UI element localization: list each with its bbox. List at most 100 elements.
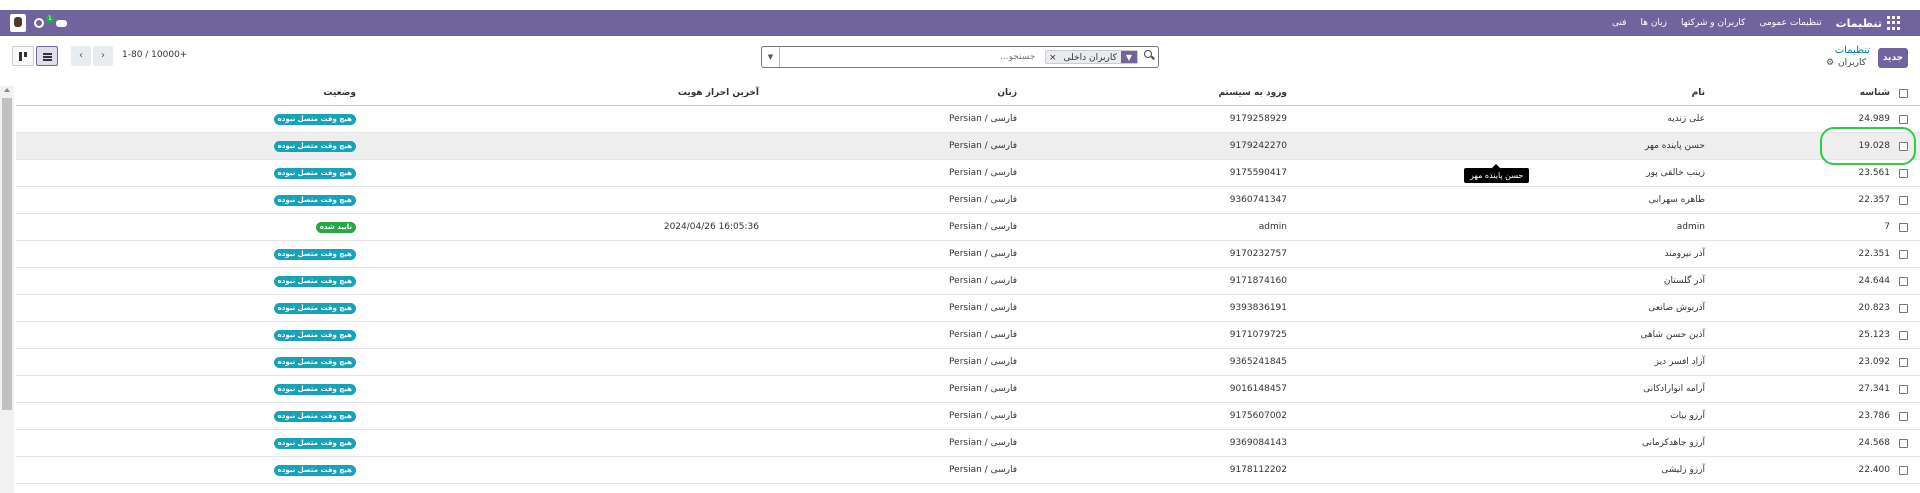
column-header-login[interactable]: ورود به سیستم [1218,80,1287,105]
menu-users-companies[interactable]: کاربران و شرکتها [1681,18,1745,28]
row-checkbox[interactable] [1899,331,1908,340]
cell-login: 9171874160 [1229,276,1287,286]
cell-login: 9171079725 [1229,330,1287,340]
table-row[interactable]: 24.568 آرزو جاهدکرمانی 9369084143 Persian /… [16,430,1920,457]
cell-language: Persian / فارسی [949,465,1017,475]
pager-value[interactable]: 1-80 / 10000+ [122,50,187,60]
status-badge: هیچ وقت متصل نبوده [273,114,356,125]
status-badge: هیچ وقت متصل نبوده [273,141,356,152]
table-row[interactable]: 19.028 حسن پاینده مهر 9179242270 Persian / … [16,133,1920,160]
menu-languages[interactable]: زبان ها [1640,18,1667,28]
cell-language: Persian / فارسی [949,438,1017,448]
name-tooltip: حسن پاینده مهر [1464,164,1530,183]
pager-previous-button[interactable]: ‹ [71,46,91,66]
status-badge: هیچ وقت متصل نبوده [273,411,356,422]
menu-technical[interactable]: فنی [1612,18,1627,28]
scrollbar[interactable] [0,86,14,493]
scroll-up-arrow-icon[interactable] [4,88,10,92]
cell-state: هیچ وقت متصل نبوده [273,376,356,402]
column-header-state[interactable]: وضعیت [323,80,356,105]
apps-grid-icon[interactable] [1886,16,1900,30]
table-row[interactable]: 23.092 آزاد افسر دیز 9365241845 Persian / ف… [16,349,1920,376]
column-header-name[interactable]: نام [1692,80,1705,105]
table-row[interactable]: 25.123 آذین حسن شاهی 9171079725 Persian / ف… [16,322,1920,349]
row-checkbox[interactable] [1899,439,1908,448]
cell-login: 9179242270 [1229,141,1287,151]
cell-state: تایید شده [315,214,356,240]
table-row[interactable]: 22.400 آرزو زلیشی 9178112202 Persian / فارس… [16,457,1920,484]
cell-language: Persian / فارسی [949,114,1017,124]
menu-general-settings[interactable]: تنظیمات عمومی [1759,18,1821,28]
cell-id: 7 [1884,222,1890,232]
cell-last-auth: 2024/04/26 16:05:36 [663,222,759,232]
clock-icon[interactable] [34,18,44,28]
table-row[interactable]: 24.644 آذر گلستان 9171874160 Persian / فارس… [16,268,1920,295]
cell-id: 20.823 [1858,303,1891,313]
search-icon[interactable] [1144,50,1154,60]
status-badge: هیچ وقت متصل نبوده [273,195,356,206]
cell-state: هیچ وقت متصل نبوده [273,322,356,348]
row-checkbox[interactable] [1899,115,1908,124]
table-row[interactable]: 22.351 آذر نیرومند 9170232757 Persian / فار… [16,241,1920,268]
row-checkbox[interactable] [1899,223,1908,232]
row-checkbox[interactable] [1899,385,1908,394]
cell-language: Persian / فارسی [949,141,1017,151]
table-row[interactable]: 23.786 آرزو بیات 9175607002 Persian / فارسی… [16,403,1920,430]
table-row[interactable]: 23.561 زینب خالقی پور 9175590417 Persian / … [16,160,1920,187]
kanban-view-button[interactable] [12,46,34,66]
cell-name: آرامه انوارادکانی [1643,384,1705,394]
users-list: شناسه نام ورود به سیستم زبان آخرین احراز… [16,80,1920,484]
select-all-checkbox[interactable] [1899,89,1908,98]
search-input[interactable]: جستجو... [1000,52,1035,62]
cell-login: 9170232757 [1229,249,1287,259]
cell-login: 9365241845 [1229,357,1287,367]
app-brand[interactable]: تنظیمات [1836,17,1882,30]
row-checkbox[interactable] [1899,277,1908,286]
column-header-last-auth[interactable]: آخرین احراز هویت [678,80,759,105]
cell-language: Persian / فارسی [949,276,1017,286]
scrollbar-thumb[interactable] [2,98,12,410]
cell-login: 9179258929 [1229,114,1287,124]
avatar-icon[interactable] [10,14,26,32]
cell-id: 24.568 [1858,438,1891,448]
breadcrumb-current: کاربران [1838,58,1866,68]
status-badge: هیچ وقت متصل نبوده [273,276,356,287]
new-button[interactable]: جدید [1878,48,1908,68]
facet-remove-button[interactable]: × [1046,51,1060,63]
table-row[interactable]: 27.341 آرامه انوارادکانی 9016148457 Persian… [16,376,1920,403]
gear-icon[interactable]: ⚙ [1826,58,1834,68]
top-strip [0,0,1920,10]
cell-state: هیچ وقت متصل نبوده [273,403,356,429]
row-checkbox[interactable] [1899,304,1908,313]
cell-login: 9178112202 [1229,465,1287,475]
row-checkbox[interactable] [1899,250,1908,259]
chat-icon[interactable]: 1 [46,15,68,29]
cell-name: آرزو بیات [1670,411,1705,421]
status-badge: هیچ وقت متصل نبوده [273,303,356,314]
table-row[interactable]: 22.357 طاهره سهرابی 9360741347 Persian / فا… [16,187,1920,214]
row-checkbox[interactable] [1899,169,1908,178]
cell-id: 22.351 [1858,249,1891,259]
table-row[interactable]: 7 admin admin Persian / فارسی 2024/04/26 16:… [16,214,1920,241]
table-row[interactable]: 24.989 علی زندیه 9179258929 Persian / فارسی… [16,106,1920,133]
cell-state: هیچ وقت متصل نبوده [273,349,356,375]
breadcrumb-parent[interactable]: تنظیمات [1826,45,1870,56]
column-header-language[interactable]: زبان [997,80,1017,105]
cell-state: هیچ وقت متصل نبوده [273,430,356,456]
search-options-dropdown[interactable]: ▼ [762,47,780,67]
table-row[interactable]: 20.823 آذربوش صانعی 9393836191 Persian / فا… [16,295,1920,322]
cell-state: هیچ وقت متصل نبوده [273,295,356,321]
list-view-button[interactable] [36,46,58,66]
cell-login: admin [1258,222,1287,232]
row-checkbox[interactable] [1899,358,1908,367]
row-checkbox[interactable] [1899,466,1908,475]
status-badge: هیچ وقت متصل نبوده [273,438,356,449]
cell-name: زینب خالقی پور [1646,168,1705,178]
pager-next-button[interactable]: › [93,46,113,66]
column-header-id[interactable]: شناسه [1860,80,1890,105]
main-navbar: تنظیمات تنظیمات عمومی کاربران و شرکتها ز… [0,10,1920,36]
cell-state: هیچ وقت متصل نبوده [273,268,356,294]
row-checkbox[interactable] [1899,196,1908,205]
row-checkbox[interactable] [1899,412,1908,421]
cell-name: آرزو جاهدکرمانی [1642,438,1705,448]
